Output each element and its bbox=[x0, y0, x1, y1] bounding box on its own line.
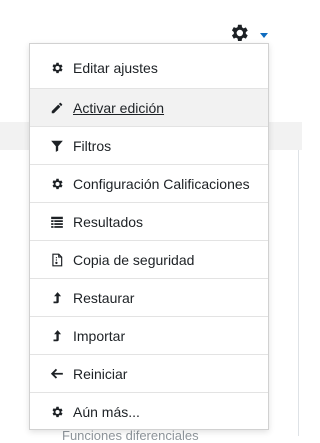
filter-icon bbox=[50, 139, 64, 153]
level-up-icon bbox=[50, 329, 64, 343]
menu-item-editar-ajustes[interactable]: Editar ajustes bbox=[30, 44, 268, 88]
level-up-icon bbox=[50, 291, 64, 305]
menu-item-filtros[interactable]: Filtros bbox=[30, 126, 268, 164]
menu-item-label: Copia de seguridad bbox=[73, 251, 195, 268]
menu-item-activar-edicion[interactable]: Activar edición bbox=[30, 88, 268, 126]
caret-down-icon bbox=[260, 32, 268, 38]
menu-item-label: Reiniciar bbox=[73, 365, 128, 382]
menu-item-label: Activar edición bbox=[73, 99, 165, 116]
menu-item-label: Restaurar bbox=[73, 289, 135, 306]
menu-item-reiniciar[interactable]: Reiniciar bbox=[30, 354, 268, 392]
menu-item-label: Resultados bbox=[73, 213, 144, 230]
gear-icon bbox=[50, 405, 64, 419]
menu-item-resultados[interactable]: Resultados bbox=[30, 202, 268, 240]
menu-item-copia-de-seguridad[interactable]: Copia de seguridad bbox=[30, 240, 268, 278]
menu-item-importar[interactable]: Importar bbox=[30, 316, 268, 354]
menu-item-label: Configuración Calificaciones bbox=[73, 175, 250, 192]
menu-item-label: Aún más... bbox=[73, 403, 140, 420]
menu-item-label: Importar bbox=[73, 327, 126, 344]
settings-dropdown-menu: Editar ajustes Activar edición Filtros C… bbox=[29, 43, 269, 430]
menu-item-configuracion-calificaciones[interactable]: Configuración Calificaciones bbox=[30, 164, 268, 202]
gear-icon bbox=[50, 61, 64, 75]
list-table-icon bbox=[50, 215, 64, 229]
menu-item-label: Editar ajustes bbox=[73, 60, 158, 76]
pencil-icon bbox=[50, 101, 64, 115]
menu-item-aun-mas[interactable]: Aún más... bbox=[30, 392, 268, 430]
gear-icon bbox=[50, 177, 64, 191]
menu-item-restaurar[interactable]: Restaurar bbox=[30, 278, 268, 316]
file-archive-icon bbox=[50, 253, 64, 267]
arrow-left-icon bbox=[50, 367, 64, 381]
menu-item-label: Filtros bbox=[73, 137, 112, 154]
